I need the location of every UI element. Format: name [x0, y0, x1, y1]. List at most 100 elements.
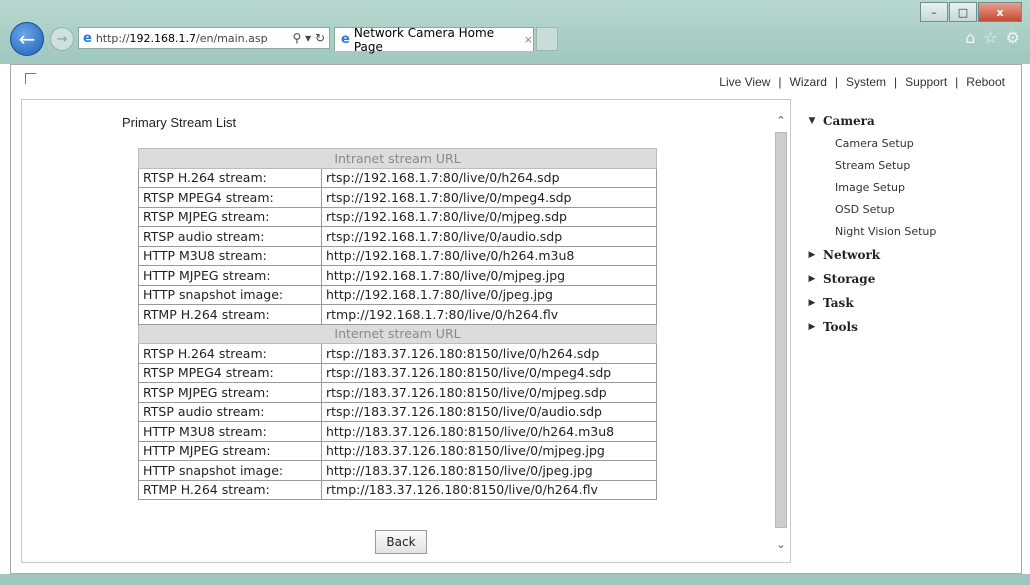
- table-row: RTSP audio stream: rtsp://183.37.126.180:…: [138, 401, 657, 422]
- sidebar-item-camera[interactable]: ▼ Camera: [801, 109, 1011, 133]
- ie-logo-icon: e: [341, 32, 350, 47]
- sidebar-item-tools[interactable]: ▶ Tools: [801, 315, 1011, 339]
- page-content: Live View | Wizard | System | Support | Reboot P…: [10, 64, 1022, 574]
- stream-label: RTSP audio stream:: [138, 226, 322, 247]
- nav-support[interactable]: Support: [905, 75, 947, 89]
- sidebar-item-osd-setup[interactable]: OSD Setup: [835, 199, 1011, 221]
- close-window-button[interactable]: x: [978, 2, 1022, 22]
- stream-label: RTSP H.264 stream:: [138, 167, 322, 188]
- arrow-left-icon: ←: [18, 27, 36, 51]
- collapsed-arrow-icon: ▶: [808, 298, 816, 308]
- camera-submenu: Camera Setup Stream Setup Image Setup OS…: [801, 133, 1011, 243]
- table-row: RTSP MPEG4 stream: rtsp://183.37.126.180:…: [138, 362, 657, 383]
- stream-label: RTSP MPEG4 stream:: [138, 187, 322, 208]
- browser-back-button[interactable]: ←: [10, 22, 44, 56]
- star-icon[interactable]: ☆: [983, 28, 997, 47]
- back-button[interactable]: Back: [375, 530, 427, 554]
- stream-url: rtsp://183.37.126.180:8150/live/0/audio.…: [321, 401, 657, 422]
- table-row: HTTP M3U8 stream: http://192.168.1.7:80/l…: [138, 245, 657, 266]
- stream-label: RTMP H.264 stream:: [138, 479, 322, 500]
- collapsed-arrow-icon: ▶: [808, 322, 816, 332]
- table-row: RTSP H.264 stream: rtsp://183.37.126.180:…: [138, 343, 657, 364]
- stream-url: rtsp://183.37.126.180:8150/live/0/mjpeg.…: [321, 382, 657, 403]
- tab-close-icon[interactable]: ×: [524, 33, 533, 46]
- refresh-icon[interactable]: ↻: [315, 31, 325, 45]
- stream-url: rtmp://192.168.1.7:80/live/0/h264.flv: [321, 304, 657, 325]
- home-icon[interactable]: ⌂: [965, 28, 975, 47]
- table-row: RTSP MJPEG stream: rtsp://192.168.1.7:80/…: [138, 206, 657, 227]
- stream-label: HTTP MJPEG stream:: [138, 265, 322, 286]
- sidebar-item-label: Task: [823, 296, 854, 310]
- stream-label: RTSP MJPEG stream:: [138, 382, 322, 403]
- gear-icon[interactable]: ⚙: [1006, 28, 1020, 47]
- sidebar-item-label: Tools: [823, 320, 858, 334]
- stream-label: RTSP H.264 stream:: [138, 343, 322, 364]
- scrollbar-thumb[interactable]: [775, 132, 787, 528]
- nav-separator: |: [778, 75, 782, 89]
- table-row: RTMP H.264 stream: rtmp://183.37.126.180:…: [138, 479, 657, 500]
- table-row: RTSP MJPEG stream: rtsp://183.37.126.180:…: [138, 382, 657, 403]
- top-navigation: Live View | Wizard | System | Support | Reboot: [719, 75, 1005, 89]
- stream-label: HTTP MJPEG stream:: [138, 440, 322, 461]
- window-controls: – □ x: [919, 2, 1022, 22]
- page-title: Primary Stream List: [122, 115, 237, 130]
- collapsed-arrow-icon: ▶: [808, 250, 816, 260]
- dropdown-icon[interactable]: ▾: [305, 31, 311, 45]
- chevron-down-icon[interactable]: ⌄: [774, 536, 788, 552]
- search-icon[interactable]: ⚲: [292, 31, 301, 45]
- table-row: HTTP MJPEG stream: http://183.37.126.180:…: [138, 440, 657, 461]
- browser-toolbar-icons: ⌂ ☆ ⚙: [965, 28, 1020, 47]
- window-bottom-border: [0, 574, 1030, 585]
- table-row: HTTP MJPEG stream: http://192.168.1.7:80/…: [138, 265, 657, 286]
- url-prefix: http://: [95, 31, 130, 45]
- stream-url: http://183.37.126.180:8150/live/0/h264.m…: [321, 421, 657, 442]
- internet-header-row: Internet stream URL: [138, 323, 657, 344]
- nav-wizard[interactable]: Wizard: [790, 75, 827, 89]
- nav-system[interactable]: System: [846, 75, 886, 89]
- nav-live-view[interactable]: Live View: [719, 75, 770, 89]
- ie-logo-icon: e: [83, 30, 92, 46]
- sidebar-item-network[interactable]: ▶ Network: [801, 243, 1011, 267]
- sidebar-item-camera-setup[interactable]: Camera Setup: [835, 133, 1011, 155]
- table-row: HTTP M3U8 stream: http://183.37.126.180:8…: [138, 421, 657, 442]
- stream-url: rtsp://192.168.1.7:80/live/0/h264.sdp: [321, 167, 657, 188]
- stream-url: rtsp://183.37.126.180:8150/live/0/h264.s…: [321, 343, 657, 364]
- browser-tab[interactable]: e Network Camera Home Page ×: [334, 26, 534, 54]
- table-row: RTSP audio stream: rtsp://192.168.1.7:80/…: [138, 226, 657, 247]
- stream-list-panel: Primary Stream List Intranet stream URL …: [21, 99, 791, 563]
- logo-placeholder: [25, 73, 36, 84]
- internet-header: Internet stream URL: [138, 323, 657, 344]
- nav-reboot[interactable]: Reboot: [966, 75, 1005, 89]
- sidebar-item-stream-setup[interactable]: Stream Setup: [835, 155, 1011, 177]
- sidebar-item-label: Network: [823, 248, 881, 262]
- minimize-button[interactable]: –: [920, 2, 948, 22]
- address-bar[interactable]: e http://192.168.1.7/en/main.asp ⚲ ▾ ↻: [78, 27, 330, 49]
- stream-label: RTSP audio stream:: [138, 401, 322, 422]
- browser-forward-button[interactable]: →: [50, 27, 74, 51]
- sidebar-item-image-setup[interactable]: Image Setup: [835, 177, 1011, 199]
- sidebar-item-task[interactable]: ▶ Task: [801, 291, 1011, 315]
- stream-url: rtsp://183.37.126.180:8150/live/0/mpeg4.…: [321, 362, 657, 383]
- address-bar-icons: ⚲ ▾ ↻: [292, 31, 325, 45]
- url-path: /en/main.asp: [196, 31, 268, 45]
- nav-separator: |: [834, 75, 838, 89]
- stream-url: http://192.168.1.7:80/live/0/mjpeg.jpg: [321, 265, 657, 286]
- sidebar-item-night-vision-setup[interactable]: Night Vision Setup: [835, 221, 1011, 243]
- stream-url: rtsp://192.168.1.7:80/live/0/mpeg4.sdp: [321, 187, 657, 208]
- sidebar-item-storage[interactable]: ▶ Storage: [801, 267, 1011, 291]
- stream-label: RTMP H.264 stream:: [138, 304, 322, 325]
- collapsed-arrow-icon: ▶: [808, 274, 816, 284]
- stream-label: HTTP snapshot image:: [138, 284, 322, 305]
- stream-label: RTSP MPEG4 stream:: [138, 362, 322, 383]
- settings-sidebar: ▼ Camera Camera Setup Stream Setup Image…: [801, 109, 1011, 339]
- stream-label: HTTP snapshot image:: [138, 460, 322, 481]
- new-tab-button[interactable]: [536, 27, 558, 51]
- intranet-header: Intranet stream URL: [138, 148, 657, 169]
- maximize-button[interactable]: □: [949, 2, 977, 22]
- table-row: HTTP snapshot image: http://183.37.126.18…: [138, 460, 657, 481]
- stream-url: http://183.37.126.180:8150/live/0/mjpeg.…: [321, 440, 657, 461]
- panel-scrollbar[interactable]: ⌃ ⌄: [774, 112, 788, 552]
- stream-url: rtsp://192.168.1.7:80/live/0/audio.sdp: [321, 226, 657, 247]
- chevron-up-icon[interactable]: ⌃: [774, 112, 788, 128]
- stream-url: http://183.37.126.180:8150/live/0/jpeg.j…: [321, 460, 657, 481]
